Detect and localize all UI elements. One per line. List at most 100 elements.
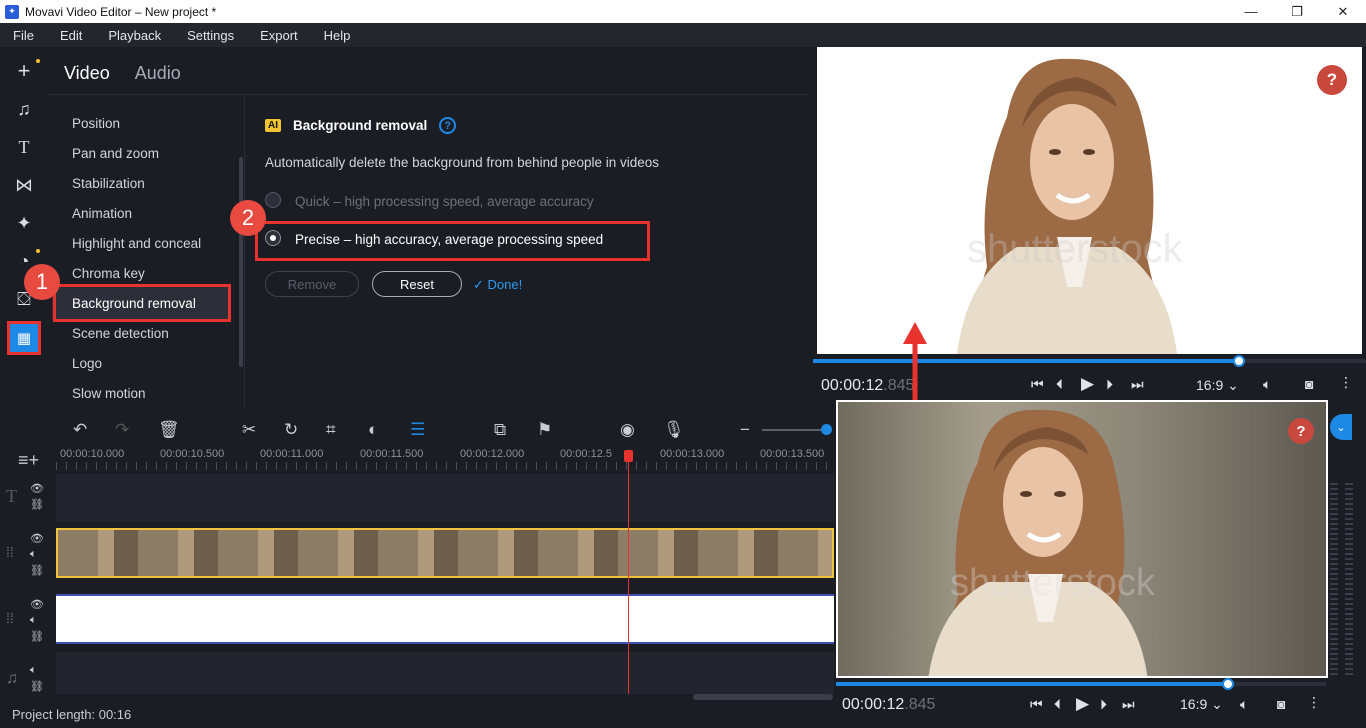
aspect-ratio-select[interactable]: 16:9 ⌄: [1196, 377, 1239, 394]
record-webcam-icon[interactable]: ◉: [620, 420, 635, 440]
remove-button[interactable]: Remove: [265, 271, 359, 297]
help-icon[interactable]: ?: [1317, 65, 1347, 95]
add-track-icon[interactable]: ≡+: [18, 450, 39, 471]
watermark: shutterstock: [950, 562, 1155, 604]
highlight-box-2: [255, 221, 650, 261]
play-icon[interactable]: ▶: [1076, 694, 1089, 714]
video-clip[interactable]: [56, 528, 834, 578]
sidebar-item-animation[interactable]: Animation: [72, 206, 132, 221]
close-button[interactable]: ✕: [1320, 0, 1366, 23]
seek-bar[interactable]: [836, 678, 1326, 690]
step-badge-2: 2: [230, 200, 266, 236]
link-icon[interactable]: ⛓︎: [30, 498, 44, 511]
volume-icon[interactable]: 🔈︎: [1263, 376, 1271, 393]
go-to-end-icon[interactable]: ⏭: [1122, 696, 1135, 713]
zoom-out-icon[interactable]: −: [740, 420, 750, 440]
sidebar-item-chroma-key[interactable]: Chroma key: [72, 266, 145, 281]
preview-player-result[interactable]: shutterstock ?: [817, 47, 1362, 354]
link-icon[interactable]: ⛓︎: [30, 630, 44, 643]
overlay-clip[interactable]: [56, 594, 834, 644]
ruler-label: 00:00:10.500: [160, 448, 225, 460]
mute-icon[interactable]: 🔈︎: [30, 614, 37, 627]
delete-icon[interactable]: 🗑︎: [158, 420, 180, 440]
next-frame-icon[interactable]: ⏵: [1100, 696, 1107, 713]
zoom-slider-handle[interactable]: [821, 424, 832, 435]
color-adjust-icon[interactable]: ◐: [368, 420, 378, 440]
previous-frame-icon[interactable]: ⏴: [1056, 376, 1063, 393]
seek-handle[interactable]: [1222, 678, 1234, 690]
visibility-icon[interactable]: 👁︎: [30, 598, 44, 611]
help-icon[interactable]: ?: [439, 117, 457, 134]
go-to-start-icon[interactable]: ⏮: [1030, 696, 1043, 713]
next-frame-icon[interactable]: ⏵: [1106, 376, 1113, 393]
redo-icon[interactable]: ↷: [115, 420, 129, 440]
highlight-box-1: [53, 284, 231, 322]
more-options-icon[interactable]: ⋮: [1339, 374, 1353, 391]
mute-icon[interactable]: 🔈︎: [30, 548, 37, 561]
sidebar-item-logo[interactable]: Logo: [72, 356, 102, 371]
timeline-scrollbar[interactable]: [693, 694, 833, 700]
go-to-start-icon[interactable]: ⏮: [1031, 376, 1044, 393]
menu-playback[interactable]: Playback: [95, 28, 174, 43]
export-clip-icon[interactable]: ⧉: [494, 420, 506, 440]
sidebar-item-pan-zoom[interactable]: Pan and zoom: [72, 146, 159, 161]
visibility-icon[interactable]: 👁︎: [30, 482, 44, 495]
aspect-ratio-select[interactable]: 16:9 ⌄: [1180, 696, 1223, 713]
link-icon[interactable]: ⛓︎: [30, 680, 44, 693]
quick-radio[interactable]: [265, 192, 281, 208]
go-to-end-icon[interactable]: ⏭: [1131, 376, 1144, 393]
tab-video[interactable]: Video: [64, 63, 110, 83]
microphone-icon[interactable]: 🎙︎: [663, 420, 685, 440]
help-icon[interactable]: ?: [1288, 418, 1314, 444]
scrollbar[interactable]: [239, 157, 243, 367]
more-tools-icon[interactable]: ▦: [7, 321, 41, 355]
ruler-ticks: [56, 462, 834, 470]
visibility-icon[interactable]: 👁︎: [30, 532, 44, 545]
play-icon[interactable]: ▶: [1081, 374, 1094, 394]
menu-file[interactable]: File: [0, 28, 47, 43]
text-track: [56, 474, 834, 522]
chevron-down-icon[interactable]: ⌄: [1330, 414, 1352, 440]
sidebar-item-scene-detection[interactable]: Scene detection: [72, 326, 169, 341]
titles-icon[interactable]: T: [10, 133, 38, 161]
crop-icon[interactable]: ⌗: [326, 420, 336, 440]
music-icon[interactable]: ♫: [10, 95, 38, 123]
link-icon[interactable]: ⛓︎: [30, 564, 44, 577]
sidebar-item-slow-motion[interactable]: Slow motion: [72, 386, 146, 401]
volume-icon[interactable]: 🔈︎: [1240, 696, 1248, 713]
undo-icon[interactable]: ↶: [73, 420, 87, 440]
divider: [244, 95, 245, 409]
sidebar-item-position[interactable]: Position: [72, 116, 120, 131]
minimize-button[interactable]: —: [1228, 0, 1274, 23]
snapshot-icon[interactable]: ◙: [1277, 696, 1285, 712]
mute-icon[interactable]: 🔈︎: [30, 664, 37, 677]
add-files-icon[interactable]: +: [10, 57, 38, 85]
menu-help[interactable]: Help: [311, 28, 364, 43]
ruler-label: 00:00:12.5: [560, 448, 612, 460]
title-bar: ✦ Movavi Video Editor – New project * — …: [0, 0, 1366, 23]
seek-bar[interactable]: [813, 355, 1366, 367]
cut-icon[interactable]: ✂: [242, 420, 256, 440]
restore-button[interactable]: ❐: [1274, 0, 1320, 23]
zoom-slider[interactable]: [762, 429, 826, 431]
menu-edit[interactable]: Edit: [47, 28, 95, 43]
seek-handle[interactable]: [1232, 355, 1245, 367]
sidebar-item-highlight[interactable]: Highlight and conceal: [72, 236, 201, 251]
playhead-handle[interactable]: [624, 450, 633, 462]
menu-settings[interactable]: Settings: [174, 28, 247, 43]
rotate-icon[interactable]: ↻: [284, 420, 298, 440]
filters-icon[interactable]: ✦: [10, 209, 38, 237]
snapshot-icon[interactable]: ◙: [1305, 376, 1313, 392]
sidebar-item-stabilization[interactable]: Stabilization: [72, 176, 145, 191]
tab-audio[interactable]: Audio: [135, 63, 181, 83]
previous-frame-icon[interactable]: ⏴: [1054, 696, 1061, 713]
playhead[interactable]: [628, 454, 629, 694]
marker-icon[interactable]: ⚑: [537, 420, 552, 440]
reset-button[interactable]: Reset: [372, 271, 462, 297]
transitions-icon[interactable]: ⋈: [10, 171, 38, 199]
audio-track: [56, 652, 834, 694]
menu-export[interactable]: Export: [247, 28, 311, 43]
more-options-icon[interactable]: ⋮: [1307, 694, 1321, 711]
clip-properties-icon[interactable]: ☰: [410, 420, 425, 440]
preview-player-original[interactable]: shutterstock ?: [836, 400, 1328, 678]
